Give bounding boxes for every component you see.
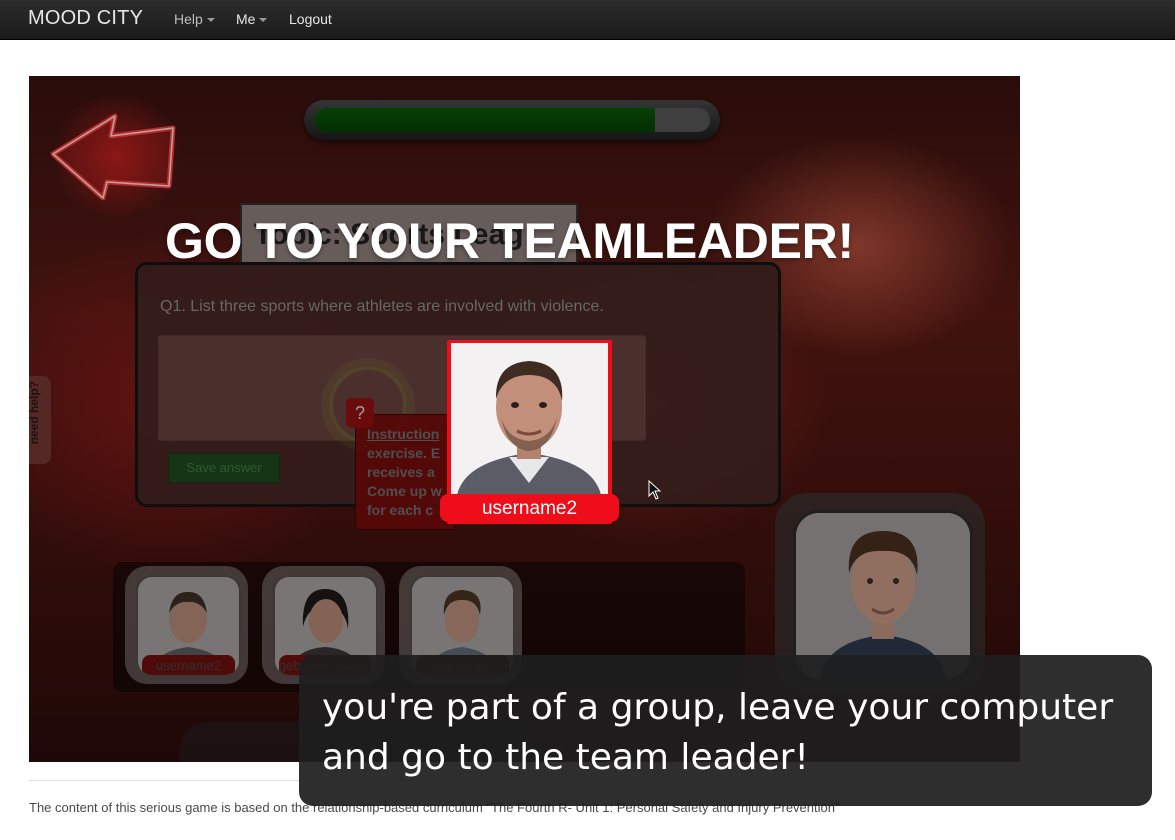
me-menu[interactable]: Me xyxy=(236,11,268,27)
mouse-cursor-icon xyxy=(648,480,662,500)
caption-line: you're part of a group, leave your compu… xyxy=(322,687,1114,728)
top-navbar: MOOD CITY Help Me Logout xyxy=(0,0,1175,40)
logout-link[interactable]: Logout xyxy=(289,11,332,27)
caption-line: and go to the team leader! xyxy=(322,737,809,778)
teamleader-photo xyxy=(451,343,608,495)
video-caption: you're part of a group, leave your compu… xyxy=(299,655,1152,806)
me-menu-label: Me xyxy=(236,11,256,27)
person-avatar-icon xyxy=(451,343,608,495)
caret-down-icon xyxy=(259,18,268,23)
help-menu-label: Help xyxy=(174,11,203,27)
brand-logo[interactable]: MOOD CITY xyxy=(28,7,143,30)
overlay-title: GO TO YOUR TEAMLEADER! xyxy=(165,213,854,269)
popup-username-label: username2 xyxy=(440,494,619,522)
caret-down-icon xyxy=(206,18,215,23)
help-menu[interactable]: Help xyxy=(174,11,215,27)
